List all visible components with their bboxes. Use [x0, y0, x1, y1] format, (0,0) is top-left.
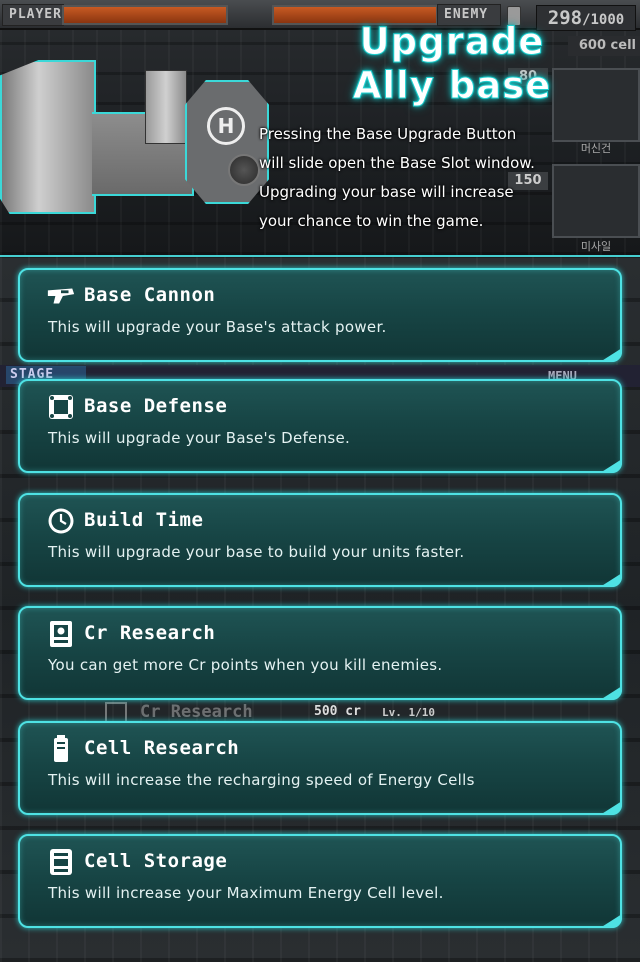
- research-chip-icon: [46, 621, 76, 647]
- description-line-2: will slide open the Base Slot window.: [259, 154, 535, 172]
- cannon-icon: [46, 284, 76, 308]
- ghost-cost: 500 cr: [314, 704, 361, 719]
- upgrade-card-cr-research[interactable]: Cr Research You can get more Cr points w…: [18, 606, 622, 700]
- upgrade-title: Cell Storage: [84, 850, 228, 872]
- player-label: PLAYER: [2, 4, 64, 26]
- cell-cost-label: 600 cell: [568, 36, 640, 56]
- upgrade-description: This will upgrade your base to build you…: [48, 543, 465, 561]
- ghost-title: Cr Research: [140, 702, 253, 722]
- title-line-2: Ally base: [352, 64, 552, 108]
- upgrade-card-build-time[interactable]: Build Time This will upgrade your base t…: [18, 493, 622, 587]
- ghost-level: Lv. 1/10: [382, 706, 435, 719]
- upgrade-card-base-cannon[interactable]: Base Cannon This will upgrade your Base'…: [18, 268, 622, 362]
- base-turret: [145, 70, 187, 144]
- player-hp-bar: [62, 5, 228, 25]
- tutorial-description: Pressing the Base Upgrade Button will sl…: [259, 120, 640, 236]
- upgrade-description: This will increase the recharging speed …: [48, 771, 475, 789]
- description-line-3: Upgrading your base will increase: [259, 183, 514, 201]
- upgrade-title: Build Time: [84, 509, 204, 531]
- game-hud: PLAYER ENEMY 298/1000 600 cell 80 머신건 15…: [0, 0, 640, 255]
- clock-icon: [46, 508, 76, 534]
- shield-block-icon: [46, 395, 76, 419]
- helipad-icon: H: [207, 107, 245, 145]
- upgrade-title: Cr Research: [84, 622, 216, 644]
- upgrade-description: This will upgrade your Base's Defense.: [48, 429, 351, 447]
- upgrade-card-base-defense[interactable]: Base Defense This will upgrade your Base…: [18, 379, 622, 473]
- radar-dish-icon: [228, 154, 260, 186]
- upgrade-description: You can get more Cr points when you kill…: [48, 656, 443, 674]
- ally-base-ship: H: [0, 30, 269, 214]
- upgrade-title: Cell Research: [84, 737, 240, 759]
- upgrade-description: This will upgrade your Base's attack pow…: [48, 318, 387, 336]
- base-hull: [0, 60, 96, 214]
- upgrade-card-cell-storage[interactable]: Cell Storage This will increase your Max…: [18, 834, 622, 928]
- upgrade-title: Base Cannon: [84, 284, 216, 306]
- slot-label-2: 미사일: [580, 240, 612, 253]
- upgrade-title: Base Defense: [84, 395, 228, 417]
- tutorial-title: Upgrade Ally base: [332, 20, 572, 108]
- description-line-1: Pressing the Base Upgrade Button: [259, 125, 517, 143]
- cell-storage-icon: [46, 849, 76, 875]
- upgrade-card-cell-research[interactable]: Cell Research This will increase the rec…: [18, 721, 622, 815]
- description-line-4: your chance to win the game.: [259, 212, 484, 230]
- cell-count-max: /1000: [582, 12, 625, 28]
- title-line-1: Upgrade: [359, 20, 545, 64]
- upgrade-description: This will increase your Maximum Energy C…: [48, 884, 444, 902]
- battery-icon: [46, 735, 76, 762]
